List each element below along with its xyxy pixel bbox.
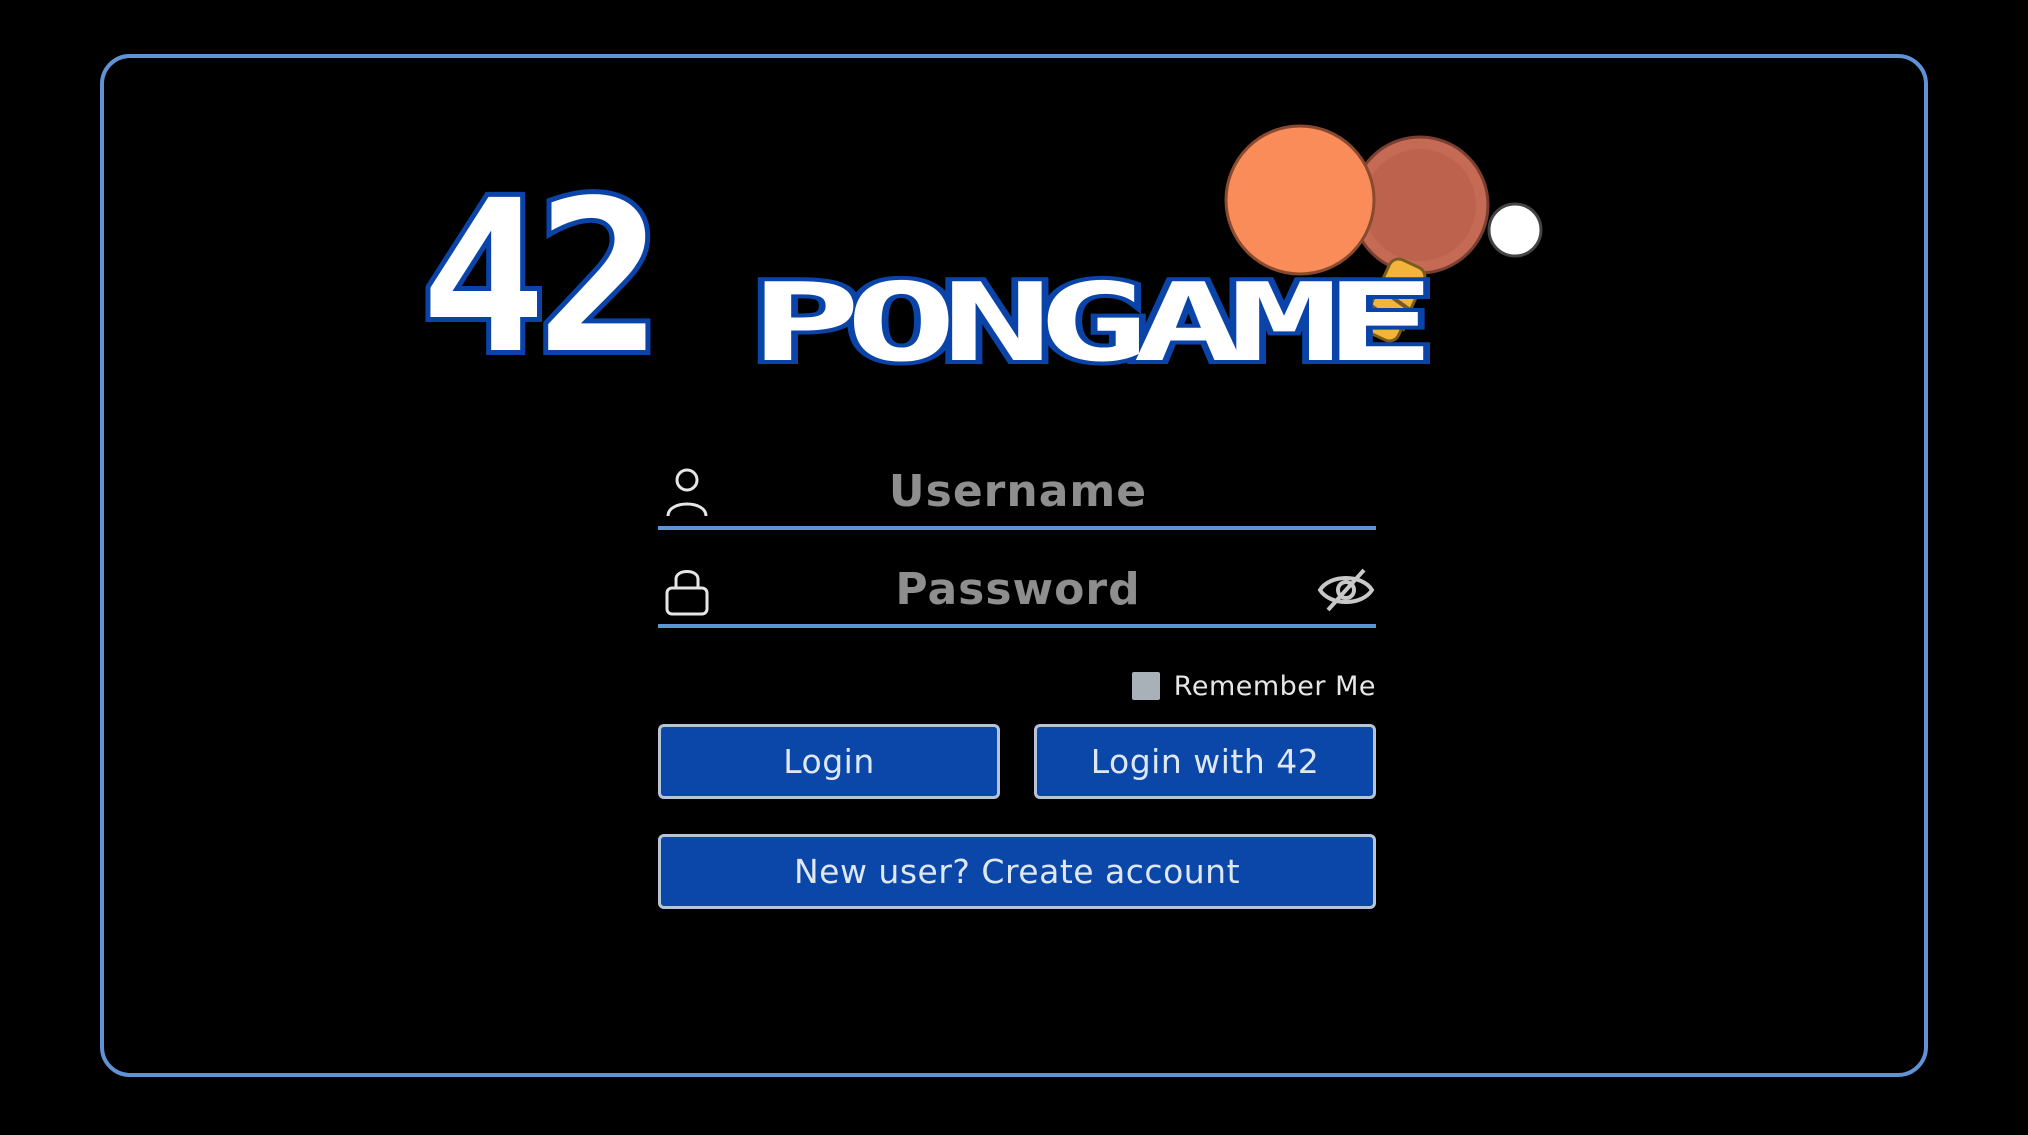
logo-number: 42: [420, 155, 653, 400]
username-field: [658, 456, 1376, 530]
login-button[interactable]: Login: [658, 724, 1000, 799]
eye-slash-icon[interactable]: [1316, 566, 1376, 614]
logo-word: PONGAME: [750, 261, 1423, 386]
create-account-button[interactable]: New user? Create account: [658, 834, 1376, 909]
lock-icon: [664, 564, 710, 616]
password-input[interactable]: [728, 554, 1308, 624]
remember-me-checkbox[interactable]: [1131, 672, 1160, 700]
login-with-42-button[interactable]: Login with 42: [1034, 724, 1376, 799]
remember-me: Remember Me: [1131, 670, 1376, 702]
app-logo: 42 PONGAME: [415, 110, 1560, 405]
remember-me-label: Remember Me: [1173, 670, 1376, 702]
username-input[interactable]: [728, 456, 1308, 526]
password-field: [658, 554, 1376, 628]
user-icon: [664, 466, 710, 518]
